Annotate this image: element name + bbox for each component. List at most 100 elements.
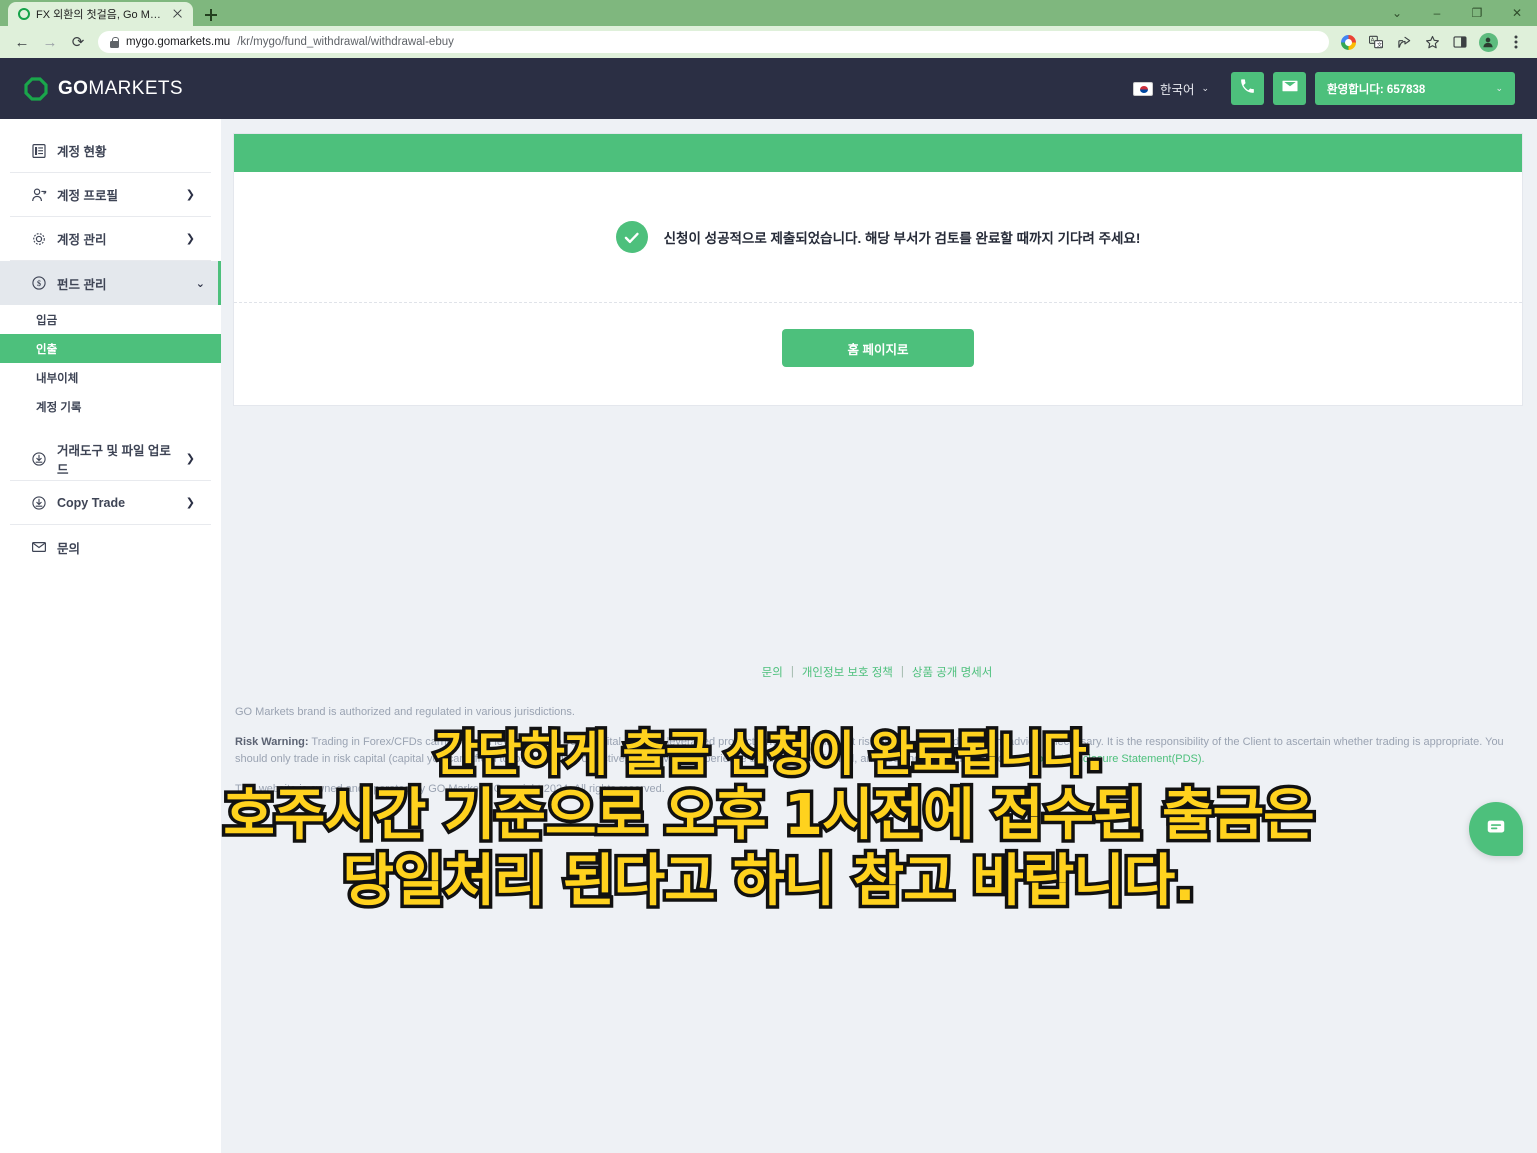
tab-title: FX 외환의 첫걸음, Go Markets [36,9,165,21]
chat-widget-button[interactable] [1469,802,1523,856]
gear-icon [30,230,47,247]
sidebar-item-label: 계정 현황 [57,145,107,159]
maximize-icon: ❐ [1471,6,1483,20]
sidebar: 계정 현황 계정 프로필 ❯ 계정 관리 ❯ $ 펀드 관리 ⌄ 입금 인출 내… [0,119,221,1153]
chevron-right-icon: ❯ [185,233,195,245]
bookmark-star-icon[interactable] [1419,29,1445,55]
maximize-button[interactable]: ❐ [1457,0,1497,26]
lock-icon [110,36,119,48]
reload-icon: ⟳ [71,34,85,51]
go-home-button[interactable]: 홈 페이지로 [782,329,974,367]
address-bar[interactable]: mygo.gomarkets.mu /kr/mygo/fund_withdraw… [98,31,1329,53]
chat-bubble-icon [1485,816,1507,843]
close-window-button[interactable]: ✕ [1497,0,1537,26]
svg-text:A: A [1371,38,1375,44]
pds-link[interactable]: Product Disclosure Statement(PDS). [1026,753,1205,765]
sidebar-subitem-label: 계정 기록 [36,401,82,414]
logo[interactable]: GOMARKETS [24,76,184,101]
language-selector[interactable]: 한국어 ⌄ [1132,79,1209,98]
chevron-right-icon: ❯ [185,497,195,509]
footer-link-contact[interactable]: 문의 [762,664,783,680]
forward-button[interactable]: → [36,28,64,56]
withdrawal-success-card: 신청이 성공적으로 제출되었습니다. 해당 부서가 검토를 완료할 때까지 기다… [233,133,1523,406]
sidebar-subitem-label: 입금 [36,314,58,327]
minimize-icon: – [1433,6,1441,20]
sidebar-subitem-withdrawal[interactable]: 인출 [0,334,221,363]
envelope-icon [1281,77,1299,100]
footer-separator: | [790,666,794,678]
chevron-right-icon: ❯ [185,453,195,465]
document-list-icon [30,142,47,159]
google-icon[interactable] [1335,29,1361,55]
site-favicon-icon [18,8,30,20]
sidebar-subitem-internal-transfer[interactable]: 내부이체 [0,363,221,392]
share-icon[interactable] [1391,29,1417,55]
brand-name: GOMARKETS [58,77,184,99]
footer-link-privacy[interactable]: 개인정보 보호 정책 [802,664,893,680]
user-account-dropdown[interactable]: 환영합니다: 657838 ⌄ [1315,72,1515,105]
chrome-minimize-button[interactable]: ⌄ [1377,0,1417,26]
browser-toolbar: ← → ⟳ mygo.gomarkets.mu /kr/mygo/fund_wi… [0,26,1537,58]
legal-line-3: This website is owned and operated by GO… [235,782,665,795]
arrow-right-icon: → [42,33,58,51]
minimize-button[interactable]: – [1417,0,1457,26]
sidebar-item-label: 펀드 관리 [57,277,107,292]
toolbar-icons: A文 [1335,29,1529,55]
sidebar-item-fund-management[interactable]: $ 펀드 관리 ⌄ [0,261,221,305]
sidebar-item-label: Copy Trade [57,495,126,510]
success-message-row: 신청이 성공적으로 제출되었습니다. 해당 부서가 검토를 완료할 때까지 기다… [234,172,1522,302]
sidebar-subitem-label: 내부이체 [36,372,79,385]
browser-tab[interactable]: FX 외환의 첫걸음, Go Markets [8,2,193,26]
korea-flag-icon [1132,81,1153,96]
chevron-down-icon: ⌄ [1201,83,1209,93]
sidebar-subitem-deposit[interactable]: 입금 [0,305,221,334]
kebab-menu-icon[interactable] [1503,29,1529,55]
sidebar-item-label: 계정 관리 [57,233,107,247]
back-button[interactable]: ← [8,28,36,56]
sidebar-item-tools-upload[interactable]: 거래도구 및 파일 업로드 ❯ [10,437,211,481]
success-message: 신청이 성공적으로 제출되었습니다. 해당 부서가 검토를 완료할 때까지 기다… [663,231,1141,246]
sidebar-item-account-status[interactable]: 계정 현황 [10,129,211,173]
legal-text: GO Markets brand is authorized and regul… [233,704,1521,798]
reload-button[interactable]: ⟳ [64,28,92,56]
phone-button[interactable] [1231,72,1264,105]
phone-icon [1239,78,1256,100]
dollar-circle-icon: $ [30,275,47,292]
download-circle-icon [30,450,47,467]
sidebar-item-copy-trade[interactable]: Copy Trade ❯ [10,481,211,525]
sidebar-item-contact[interactable]: 문의 [10,525,211,569]
close-icon: ✕ [1511,6,1523,20]
sidepanel-icon[interactable] [1447,29,1473,55]
arrow-left-icon: ← [14,33,30,51]
person-key-icon [30,186,47,203]
envelope-icon [30,539,47,556]
svg-text:$: $ [37,279,41,288]
footer-separator: | [900,666,904,678]
window-controls: ⌄ – ❐ ✕ [1377,0,1537,26]
legal-line-1: GO Markets brand is authorized and regul… [235,706,575,718]
sidebar-subitem-account-history[interactable]: 계정 기록 [0,392,221,421]
sidebar-item-account-management[interactable]: 계정 관리 ❯ [10,217,211,261]
card-actions: 홈 페이지로 [234,303,1522,405]
go-markets-logo-icon [24,76,48,101]
close-tab-icon[interactable] [171,7,185,21]
browser-window: FX 외환의 첫걸음, Go Markets ⌄ – ❐ ✕ ← → [0,0,1537,1153]
download-circle-icon [30,494,47,511]
site-footer: 문의 | 개인정보 보호 정책 | 상품 공개 명세서 GO Markets b… [233,664,1523,798]
new-tab-button[interactable] [200,4,222,26]
sidebar-subitem-label: 인출 [36,343,58,356]
sidebar-item-account-profile[interactable]: 계정 프로필 ❯ [10,173,211,217]
profile-avatar-icon[interactable] [1475,29,1501,55]
translate-icon[interactable]: A文 [1363,29,1389,55]
footer-links: 문의 | 개인정보 보호 정책 | 상품 공개 명세서 [233,664,1521,704]
page-content: GOMARKETS 한국어 ⌄ 환영합니다: 657838 ⌄ 계정 현황 계정… [0,58,1537,1153]
risk-warning-body: Trading in Forex/CFDs carries a high lev… [235,735,1504,766]
url-domain: mygo.gomarkets.mu [126,36,231,48]
main-content: 신청이 성공적으로 제출되었습니다. 해당 부서가 검토를 완료할 때까지 기다… [221,119,1537,1153]
footer-link-pds[interactable]: 상품 공개 명세서 [912,664,992,680]
mail-button[interactable] [1273,72,1306,105]
check-circle-icon [615,221,648,253]
url-path: /kr/mygo/fund_withdrawal/withdrawal-ebuy [237,36,454,48]
sidebar-item-label: 계정 프로필 [57,189,118,203]
legal-risk-warning: Risk Warning: Trading in Forex/CFDs carr… [235,734,1521,769]
